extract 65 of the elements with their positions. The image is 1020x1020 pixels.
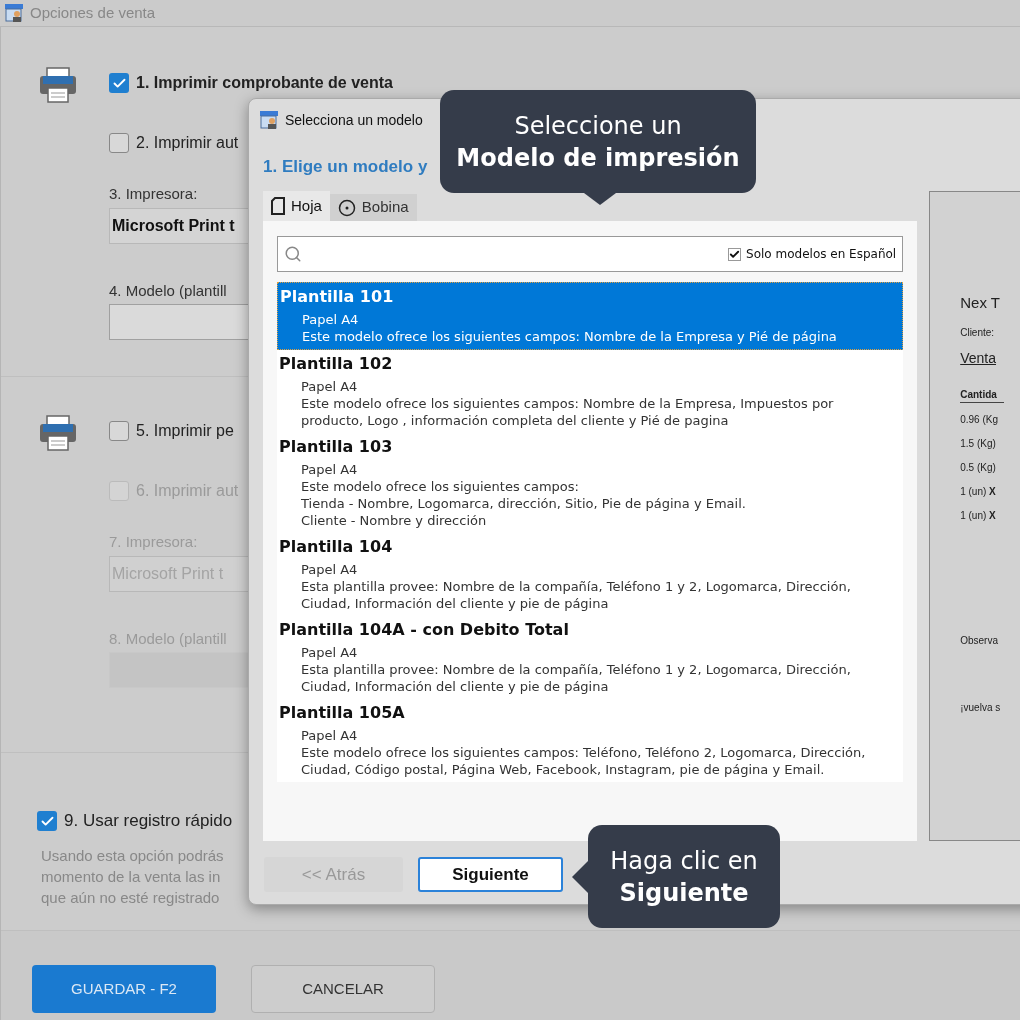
option-description: Usando esta opción podrás momento de la venta las in que aún no esté registrado xyxy=(41,846,224,908)
store-icon xyxy=(4,3,24,23)
preview-notes: Observa xyxy=(960,633,999,648)
template-description: Este modelo ofrece los siguientes campos: Tienda - Nombre, Logomarca, dirección, Sitio, Pie de página y Email. Cliente - Nombre y dirección xyxy=(300,478,747,529)
printer-field[interactable]: Microsoft Print t xyxy=(109,207,249,244)
checkbox[interactable] xyxy=(37,811,57,831)
template-name: Plantilla 103 xyxy=(279,436,394,458)
preview-row-text: 0.5 (Kg) xyxy=(960,460,997,475)
field-label: 3. Impresora: xyxy=(109,184,199,204)
template-name: Plantilla 102 xyxy=(279,353,394,375)
model-field[interactable] xyxy=(109,304,249,340)
template-name: Plantilla 104 xyxy=(279,536,394,558)
dialog-heading: 1. Elige un modelo y xyxy=(263,157,428,176)
template-name: Plantilla 105A xyxy=(279,702,406,724)
checkbox[interactable] xyxy=(109,73,129,93)
paper-size: Papel A4 xyxy=(300,461,359,478)
preview-client: Cliente: xyxy=(960,325,996,340)
save-button[interactable]: GUARDAR - F2 xyxy=(32,965,216,1013)
paper-size: Papel A4 xyxy=(300,644,359,661)
preview-row-text: 0.96 (Kg xyxy=(960,412,999,427)
tab[interactable]: Hoja xyxy=(263,191,330,221)
checkbox[interactable] xyxy=(109,133,129,153)
option-label: 5. Imprimir pe xyxy=(136,421,234,441)
preview-footer: ¡vuelva s xyxy=(960,699,1020,715)
store-icon xyxy=(259,110,279,130)
template-description: Este modelo ofrece los siguientes campos: Nombre de la Empresa y Pié de página xyxy=(301,328,838,345)
roll-icon xyxy=(337,198,356,217)
printer-icon xyxy=(39,415,77,451)
field-label: 4. Modelo (plantill xyxy=(109,280,228,301)
template-name: Plantilla 101 xyxy=(280,286,395,308)
option-label: 1. Imprimir comprobante de venta xyxy=(136,73,393,93)
cancel-button[interactable]: CANCELAR xyxy=(251,965,435,1013)
paper-size: Papel A4 xyxy=(301,311,360,328)
template-description: Esta plantilla provee: Nombre de la compañía, Teléfono 1 y 2, Logomarca, Dirección, Ciudad, Información del cliente y pie de página xyxy=(300,661,852,695)
printer-icon xyxy=(39,67,77,103)
search-icon xyxy=(284,245,302,263)
template-item[interactable]: Plantilla 101 Papel A4 Este modelo ofrece los siguientes campos: Nombre de la Empresa y Pié de página xyxy=(277,282,904,350)
checkbox[interactable] xyxy=(109,421,129,441)
template-description: Esta plantilla provee: Nombre de la compañía, Teléfono 1 y 2, Logomarca, Dirección, Ciudad, Información del cliente y pie de página xyxy=(300,578,852,612)
tooltip-text: Seleccione un xyxy=(514,110,682,142)
checkbox-label: Solo modelos en Español xyxy=(746,246,897,263)
paper-size: Papel A4 xyxy=(300,727,359,744)
option-label: 9. Usar registro rápido xyxy=(64,810,233,833)
tooltip-text: Modelo de impresión xyxy=(456,142,740,174)
preview-company: Nex T xyxy=(960,293,1001,313)
preview-row-text: 1.5 (Kg) xyxy=(960,436,997,451)
template-description: Este modelo ofrece los siguientes campos: Teléfono, Teléfono 2, Logomarca, Dirección, Ciudad, Código postal, Página Web, Facebook, Instagram, pie de página y Email. xyxy=(300,744,867,778)
dialog-title: Selecciona un modelo xyxy=(285,110,423,130)
tooltip-text: Siguiente xyxy=(619,877,749,909)
checkbox[interactable] xyxy=(728,247,742,261)
preview-row-text: 1 (un) X xyxy=(960,508,997,523)
check-icon xyxy=(729,248,741,260)
sheet-icon xyxy=(271,197,285,215)
window-title: Opciones de venta xyxy=(30,2,156,23)
preview-sale: Venta xyxy=(960,348,998,368)
tab[interactable]: Bobina xyxy=(329,194,417,221)
option-label: 2. Imprimir aut xyxy=(136,133,239,153)
paper-size: Papel A4 xyxy=(300,378,359,395)
tooltip-text: Haga clic en xyxy=(610,845,758,877)
template-description: Este modelo ofrece los siguientes campos: Nombre de la Empresa, Impuestos por producto, Logo , información completa del cliente y Pié de pagina xyxy=(300,395,835,429)
preview-column: Cantida xyxy=(960,386,1005,403)
next-button[interactable]: Siguiente xyxy=(418,857,563,892)
template-name: Plantilla 104A - con Debito Total xyxy=(279,619,570,641)
paper-size: Papel A4 xyxy=(300,561,359,578)
preview-row-text: 1 (un) X xyxy=(960,484,997,499)
